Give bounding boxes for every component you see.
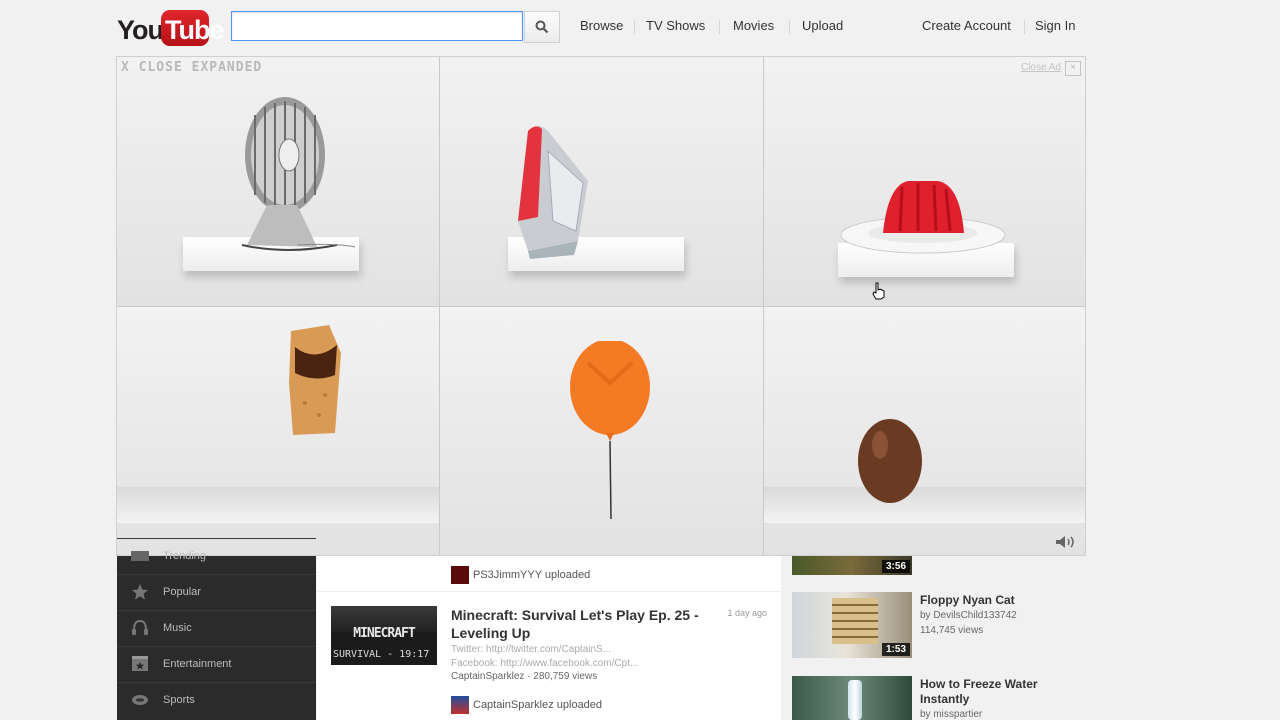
search-button[interactable]	[524, 11, 560, 43]
ad-cell-jelly[interactable]	[764, 57, 1085, 306]
video-thumbnail[interactable]: 3:56	[792, 556, 912, 575]
nav-browse[interactable]: Browse	[580, 18, 623, 33]
thumb-graphic	[832, 598, 878, 644]
video-description-line: Facebook: http://www.facebook.com/Cpt...	[451, 658, 639, 669]
sidebar-item-label: Entertainment	[163, 658, 232, 670]
sidebar-item-label: Music	[163, 622, 192, 634]
football-icon	[117, 691, 163, 709]
video-thumbnail[interactable]: 1:53	[792, 592, 912, 658]
egg-icon	[858, 419, 922, 503]
bottle-graphic	[848, 680, 862, 720]
sidebar-item-label: Trending	[163, 550, 207, 562]
video-uploader[interactable]: by DevilsChild133742	[920, 610, 1017, 621]
iron-icon	[518, 126, 588, 259]
ad-cell-fan[interactable]	[117, 57, 439, 306]
sidebar-item-entertainment[interactable]: Entertainment	[117, 646, 316, 681]
hand-cursor-icon	[872, 282, 885, 300]
ad-cell-balloon[interactable]	[440, 307, 763, 555]
search-input[interactable]	[231, 11, 523, 41]
video-description-line: Twitter: http://twitter.com/CaptainS...	[451, 644, 612, 655]
video-views: 114,745 views	[920, 625, 984, 636]
video-title-link[interactable]: Minecraft: Survival Let's Play Ep. 25 - …	[451, 606, 701, 642]
film-icon	[117, 655, 163, 673]
video-thumbnail[interactable]	[792, 676, 912, 720]
video-meta[interactable]: CaptainSparklez · 280,759 views	[451, 671, 597, 682]
sidebar: Trending Popular Music Entertainment Spo…	[117, 538, 316, 720]
uploader-text: PS3JimmYYY uploaded	[473, 569, 591, 581]
video-thumbnail[interactable]: MINECRAFT SURVIVAL - 19:17	[331, 606, 437, 665]
video-time: 1 day ago	[727, 608, 767, 618]
logo-tube-text: Tube	[165, 15, 224, 45]
video-duration: 1:53	[881, 643, 910, 656]
video-title-link[interactable]: Floppy Nyan Cat	[920, 593, 1080, 608]
youtube-logo[interactable]: You Tube	[117, 9, 224, 47]
logo-you-text: You	[117, 15, 164, 45]
close-ad-link[interactable]: Close Ad	[1021, 62, 1061, 73]
expanded-ad-banner[interactable]: GO X CLOSE EXPANDED Close Ad ×	[116, 56, 1086, 556]
feed-uploader-line[interactable]: PS3JimmYYY uploaded	[451, 566, 590, 584]
nav-upload[interactable]: Upload	[802, 18, 843, 33]
nav-separator	[634, 20, 635, 34]
nav-separator	[789, 20, 790, 34]
sidebar-item-label: Popular	[163, 586, 201, 598]
jelly-icon	[840, 181, 1006, 254]
sidebar-item-popular[interactable]: Popular	[117, 574, 316, 609]
thumb-subtitle-text: SURVIVAL - 19:17	[333, 649, 430, 660]
thumb-title-text: MINECRAFT	[353, 626, 415, 641]
sidebar-item-label: Sports	[163, 694, 195, 706]
floor	[117, 487, 439, 523]
avatar[interactable]	[451, 566, 469, 584]
video-title-link[interactable]: How to Freeze Water Instantly	[920, 677, 1080, 707]
nav-separator	[1024, 20, 1025, 34]
star-icon	[117, 583, 163, 601]
ad-cell-iron[interactable]	[440, 57, 763, 306]
pastry-icon	[289, 325, 341, 435]
sign-in-link[interactable]: Sign In	[1035, 18, 1075, 33]
fan-icon	[241, 97, 356, 251]
search-icon	[535, 20, 549, 34]
close-expanded-button[interactable]: X CLOSE EXPANDED	[121, 60, 262, 75]
avatar[interactable]	[451, 696, 469, 714]
video-uploader[interactable]: by misspartier	[920, 709, 982, 720]
nav-separator	[719, 20, 720, 34]
divider	[317, 591, 781, 592]
balloon-icon	[570, 341, 650, 520]
nav-movies[interactable]: Movies	[733, 18, 774, 33]
video-duration: 3:56	[881, 560, 910, 573]
close-icon[interactable]: ×	[1065, 61, 1081, 76]
grid-divider	[117, 306, 1085, 307]
sidebar-item-trending[interactable]: Trending	[117, 538, 316, 573]
nav-tv-shows[interactable]: TV Shows	[646, 18, 705, 33]
activity-feed: PS3JimmYYY uploaded MINECRAFT SURVIVAL -…	[317, 556, 781, 720]
ad-cell-egg[interactable]	[764, 307, 1085, 555]
headphones-icon	[117, 619, 163, 637]
speaker-icon[interactable]	[1055, 535, 1079, 549]
uploader-text: CaptainSparklez uploaded	[473, 699, 603, 711]
create-account-link[interactable]: Create Account	[922, 18, 1011, 33]
feed-uploader-line[interactable]: CaptainSparklez uploaded	[451, 696, 602, 714]
sidebar-item-music[interactable]: Music	[117, 610, 316, 645]
ad-cell-pastry[interactable]: GO	[117, 307, 439, 555]
trending-icon	[117, 551, 163, 561]
sidebar-item-sports[interactable]: Sports	[117, 682, 316, 717]
